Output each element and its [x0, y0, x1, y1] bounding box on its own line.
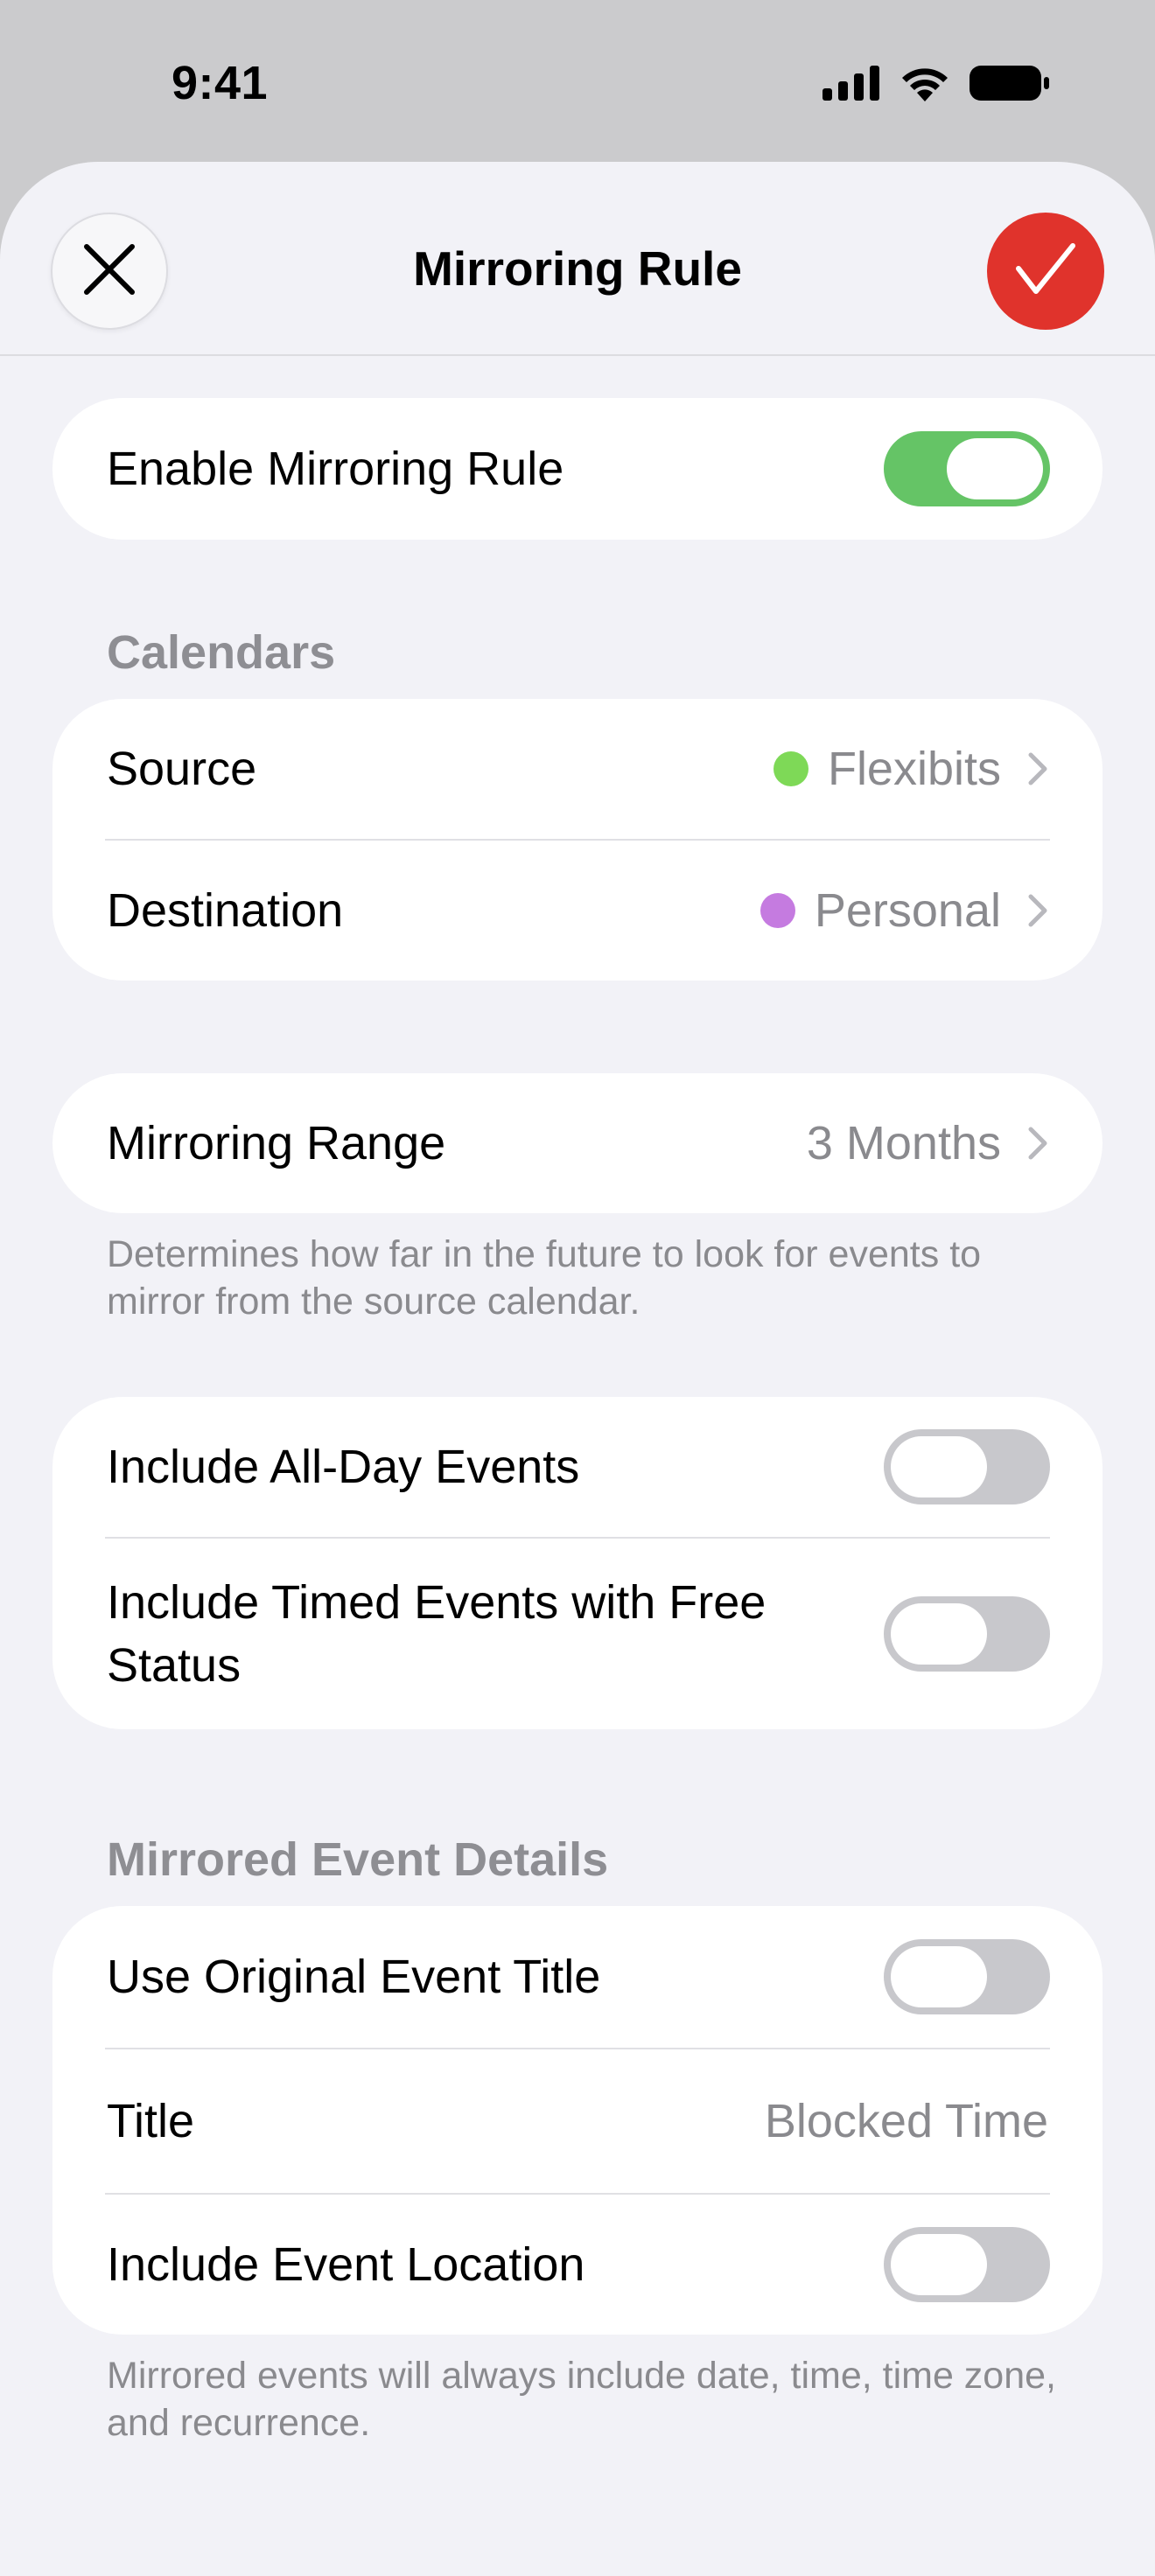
battery-icon	[970, 64, 1050, 107]
mirroring-range-card: Mirroring Range 3 Months	[52, 1073, 1102, 1213]
title-value-field[interactable]: Blocked Time	[765, 2094, 1048, 2148]
event-filters-card: Include All-Day Events Include Timed Eve…	[52, 1397, 1102, 1729]
location-label: Include Event Location	[107, 2238, 585, 2291]
enable-rule-label: Enable Mirroring Rule	[107, 443, 564, 495]
all-day-label: Include All-Day Events	[107, 1441, 580, 1493]
personal-color-dot	[760, 893, 795, 928]
mirroring-range-label: Mirroring Range	[107, 1117, 446, 1169]
toggle-knob	[891, 1946, 987, 2007]
enable-rule-row: Enable Mirroring Rule	[52, 398, 1102, 540]
mirroring-range-row[interactable]: Mirroring Range 3 Months	[52, 1073, 1102, 1213]
original-title-label: Use Original Event Title	[107, 1951, 601, 2003]
original-title-toggle[interactable]	[884, 1939, 1050, 2014]
source-label: Source	[107, 743, 257, 795]
wifi-icon	[900, 65, 950, 106]
title-value: Blocked Time	[764, 2095, 1048, 2147]
all-day-row: Include All-Day Events	[52, 1397, 1102, 1537]
free-status-toggle[interactable]	[884, 1596, 1050, 1672]
all-day-toggle[interactable]	[884, 1429, 1050, 1504]
location-row: Include Event Location	[52, 2195, 1102, 2335]
mirroring-range-value: 3 Months	[807, 1116, 1048, 1170]
free-status-label: Include Timed Events with Free Status	[107, 1576, 766, 1692]
flexibits-color-dot	[773, 751, 808, 786]
destination-row[interactable]: Destination Personal	[52, 841, 1102, 981]
status-bar: 9:41	[0, 0, 1155, 166]
chevron-right-icon	[1027, 893, 1048, 928]
source-value: Flexibits	[773, 742, 1048, 796]
page-title: Mirroring Rule	[413, 241, 742, 296]
original-title-row: Use Original Event Title	[52, 1906, 1102, 2048]
calendars-header: Calendars	[107, 626, 336, 679]
checkmark-icon	[1015, 242, 1076, 301]
cellular-signal-icon	[822, 65, 880, 105]
source-calendar-name: Flexibits	[827, 743, 1001, 795]
status-icons	[822, 63, 1050, 107]
title-row[interactable]: Title Blocked Time	[52, 2049, 1102, 2193]
event-details-card: Use Original Event Title Title Blocked T…	[52, 1906, 1102, 2335]
nav-bar: Mirroring Rule	[0, 162, 1155, 356]
toggle-knob	[891, 1436, 987, 1497]
enable-rule-toggle[interactable]	[884, 431, 1050, 506]
free-status-row: Include Timed Events with Free Status	[52, 1539, 1102, 1729]
mirroring-rule-sheet: Mirroring Rule Enable Mirroring Rule Cal…	[0, 162, 1155, 2576]
source-row[interactable]: Source Flexibits	[52, 699, 1102, 839]
destination-value: Personal	[760, 883, 1048, 938]
mirrored-event-details-header: Mirrored Event Details	[107, 1833, 609, 1886]
mirrored-details-note: Mirrored events will always include date…	[107, 2355, 1056, 2444]
mirroring-range-note: Determines how far in the future to look…	[107, 1233, 982, 1323]
status-time: 9:41	[172, 57, 269, 109]
title-label: Title	[107, 2095, 195, 2147]
toggle-knob	[891, 2234, 987, 2295]
chevron-right-icon	[1027, 751, 1048, 786]
confirm-button[interactable]	[987, 213, 1104, 330]
location-toggle[interactable]	[884, 2227, 1050, 2302]
toggle-knob	[891, 1603, 987, 1665]
enable-rule-card: Enable Mirroring Rule	[52, 398, 1102, 540]
destination-calendar-name: Personal	[814, 884, 1001, 937]
chevron-right-icon	[1027, 1126, 1048, 1161]
mirroring-range-selected: 3 Months	[806, 1117, 1001, 1169]
destination-label: Destination	[107, 884, 344, 937]
toggle-knob	[947, 438, 1043, 499]
calendars-card: Source Flexibits Destination Personal	[52, 699, 1102, 981]
